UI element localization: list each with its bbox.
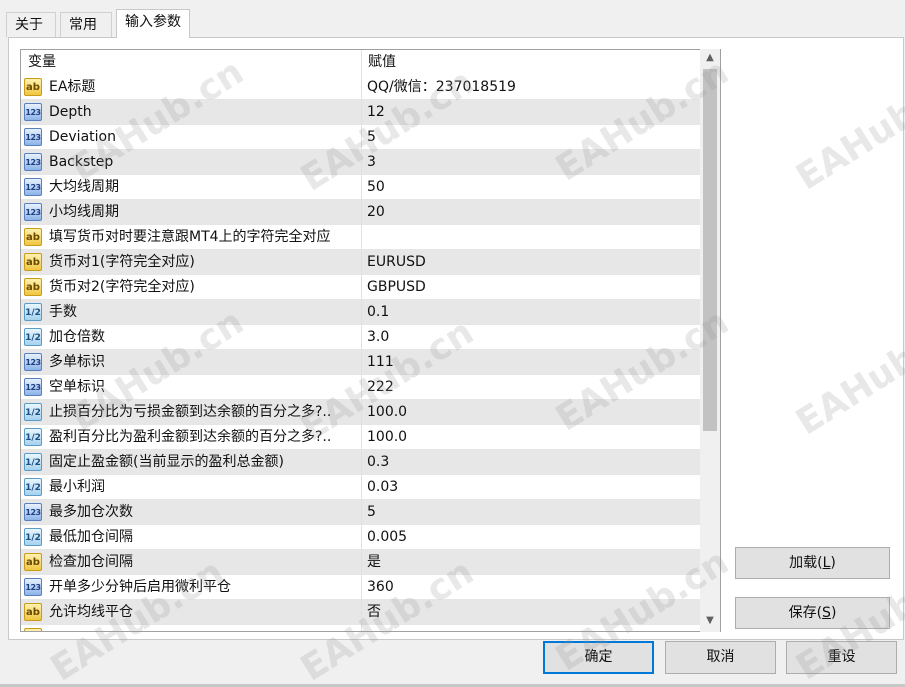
table-row[interactable]: 123 Deviation 5 bbox=[21, 125, 702, 150]
parameter-name: 允许均线平仓 bbox=[49, 604, 133, 620]
parameter-name: 检查加仓间隔 bbox=[49, 554, 133, 570]
parameter-value[interactable]: 3 bbox=[361, 150, 702, 174]
parameter-name: Backstep bbox=[49, 154, 114, 170]
tab-common[interactable]: 常用 bbox=[60, 12, 112, 37]
header-value[interactable]: 赋值 bbox=[361, 50, 702, 75]
save-button[interactable]: 保存(S) bbox=[735, 597, 890, 629]
table-row[interactable]: 1/2 盈利百分比为盈利金额到达余额的百分之多?.. 100.0 bbox=[21, 425, 702, 450]
parameter-name: 开单多少分钟后启用微利平仓 bbox=[49, 579, 231, 595]
parameter-name: 最小利润 bbox=[49, 479, 105, 495]
parameter-value[interactable]: 360 bbox=[361, 575, 702, 599]
parameter-name: 小均线周期 bbox=[49, 204, 119, 220]
table-row[interactable]: 123 开单多少分钟后启用微利平仓 360 bbox=[21, 575, 702, 600]
cancel-button[interactable]: 取消 bbox=[665, 641, 776, 674]
parameter-value[interactable]: GBPUSD bbox=[361, 275, 702, 299]
parameter-value[interactable]: 222 bbox=[361, 375, 702, 399]
parameter-value[interactable]: 0.3 bbox=[361, 450, 702, 474]
save-button-label: 保存( bbox=[788, 605, 823, 621]
table-row[interactable]: ab 货币对1(字符完全对应) EURUSD bbox=[21, 250, 702, 275]
table-row[interactable]: 123 大均线周期 50 bbox=[21, 175, 702, 200]
scroll-down-arrow[interactable]: ▼ bbox=[700, 612, 720, 630]
parameter-value[interactable]: EURUSD bbox=[361, 250, 702, 274]
table-row[interactable]: ab 货币对2(字符完全对应) GBPUSD bbox=[21, 275, 702, 300]
parameter-name: 手数 bbox=[49, 304, 77, 320]
table-row[interactable]: ab 检查加仓间隔是 bbox=[21, 550, 702, 575]
parameter-name: 止损百分比为亏损金额到达余额的百分之多?.. bbox=[49, 404, 332, 420]
parameter-value[interactable]: 0.1 bbox=[361, 300, 702, 324]
grid-header: 变量 赋值 bbox=[21, 50, 702, 75]
table-row[interactable]: 1/2 最小利润 0.03 bbox=[21, 475, 702, 500]
parameter-name: 货币对1(字符完全对应) bbox=[49, 254, 195, 270]
table-row[interactable]: 1/2 止损百分比为亏损金额到达余额的百分之多?.. 100.0 bbox=[21, 400, 702, 425]
tab-about[interactable]: 关于 bbox=[6, 12, 56, 37]
parameter-value[interactable] bbox=[361, 625, 702, 631]
load-button-suffix: ) bbox=[830, 555, 836, 571]
ok-button[interactable]: 确定 bbox=[543, 641, 654, 674]
parameter-value[interactable]: 111 bbox=[361, 350, 702, 374]
parameter-name: 加仓倍数 bbox=[49, 329, 105, 345]
table-row[interactable]: 1/2 手数 0.1 bbox=[21, 300, 702, 325]
parameter-value[interactable]: QQ/微信：237018519 bbox=[361, 75, 702, 99]
table-row[interactable]: 123 多单标识 111 bbox=[21, 350, 702, 375]
save-button-key: S bbox=[822, 605, 831, 621]
load-button-label: 加载( bbox=[789, 555, 823, 571]
grid-rows: ab EA标题 QQ/微信：237018519 123 Depth 12 123 Deviat… bbox=[21, 75, 702, 631]
table-row[interactable]: 123 Depth 12 bbox=[21, 100, 702, 125]
parameter-value[interactable]: 5 bbox=[361, 500, 702, 524]
parameter-name: 固定止盈金额(当前显示的盈利总金额) bbox=[49, 454, 284, 470]
parameter-value[interactable]: 5 bbox=[361, 125, 702, 149]
parameter-value[interactable]: 0.03 bbox=[361, 475, 702, 499]
scroll-up-arrow[interactable]: ▲ bbox=[700, 49, 720, 67]
parameter-value[interactable]: 50 bbox=[361, 175, 702, 199]
parameter-value[interactable]: 12 bbox=[361, 100, 702, 124]
load-button[interactable]: 加载(L) bbox=[735, 547, 890, 579]
table-row[interactable]: 123 Backstep 3 bbox=[21, 150, 702, 175]
parameter-name: 多单标识 bbox=[49, 354, 105, 370]
header-variable[interactable]: 变量 bbox=[21, 50, 361, 75]
parameter-name: 填写货币对时要注意跟MT4上的字符完全对应 bbox=[49, 229, 331, 245]
table-row[interactable]: ab 填写货币对时要注意跟MT4上的字符完全对应 bbox=[21, 225, 702, 250]
parameter-name: 最低加仓间隔 bbox=[49, 529, 133, 545]
scroll-thumb[interactable] bbox=[703, 69, 717, 431]
table-row[interactable]: ab bbox=[21, 625, 702, 631]
grid-scrollbar[interactable]: ▲ ▼ bbox=[700, 49, 720, 632]
parameter-value[interactable] bbox=[361, 225, 702, 249]
parameter-name: Deviation bbox=[49, 129, 116, 145]
parameter-name: 货币对2(字符完全对应) bbox=[49, 279, 195, 295]
tab-bar: 关于 常用 输入参数 bbox=[0, 0, 905, 38]
parameter-name: EA标题 bbox=[49, 79, 96, 95]
parameter-value[interactable]: 是 bbox=[361, 550, 702, 574]
parameter-name: 最多加仓次数 bbox=[49, 504, 133, 520]
parameter-value[interactable]: 3.0 bbox=[361, 325, 702, 349]
table-row[interactable]: ab 允许均线平仓否 bbox=[21, 600, 702, 625]
parameter-value[interactable]: 否 bbox=[361, 600, 702, 624]
table-row[interactable]: 1/2 最低加仓间隔 0.005 bbox=[21, 525, 702, 550]
parameter-name: Depth bbox=[49, 104, 92, 120]
parameter-name bbox=[21, 625, 361, 631]
parameter-value[interactable]: 0.005 bbox=[361, 525, 702, 549]
reset-button[interactable]: 重设 bbox=[786, 641, 897, 674]
table-row[interactable]: 123 空单标识 222 bbox=[21, 375, 702, 400]
table-row[interactable]: 1/2 加仓倍数 3.0 bbox=[21, 325, 702, 350]
table-row[interactable]: 123 小均线周期 20 bbox=[21, 200, 702, 225]
table-row[interactable]: 1/2 固定止盈金额(当前显示的盈利总金额) 0.3 bbox=[21, 450, 702, 475]
parameter-name: 盈利百分比为盈利金额到达余额的百分之多?.. bbox=[49, 429, 332, 445]
parameter-value[interactable]: 100.0 bbox=[361, 400, 702, 424]
save-button-suffix: ) bbox=[830, 605, 837, 621]
parameter-name: 空单标识 bbox=[49, 379, 105, 395]
parameter-name: 大均线周期 bbox=[49, 179, 119, 195]
parameter-value[interactable]: 20 bbox=[361, 200, 702, 224]
tab-input-params[interactable]: 输入参数 bbox=[116, 9, 190, 38]
table-row[interactable]: ab EA标题 QQ/微信：237018519 bbox=[21, 75, 702, 100]
table-row[interactable]: 123 最多加仓次数 5 bbox=[21, 500, 702, 525]
parameters-grid: 变量 赋值 ab EA标题 QQ/微信：237018519 123 Depth 12 123… bbox=[20, 49, 721, 632]
parameter-value[interactable]: 100.0 bbox=[361, 425, 702, 449]
